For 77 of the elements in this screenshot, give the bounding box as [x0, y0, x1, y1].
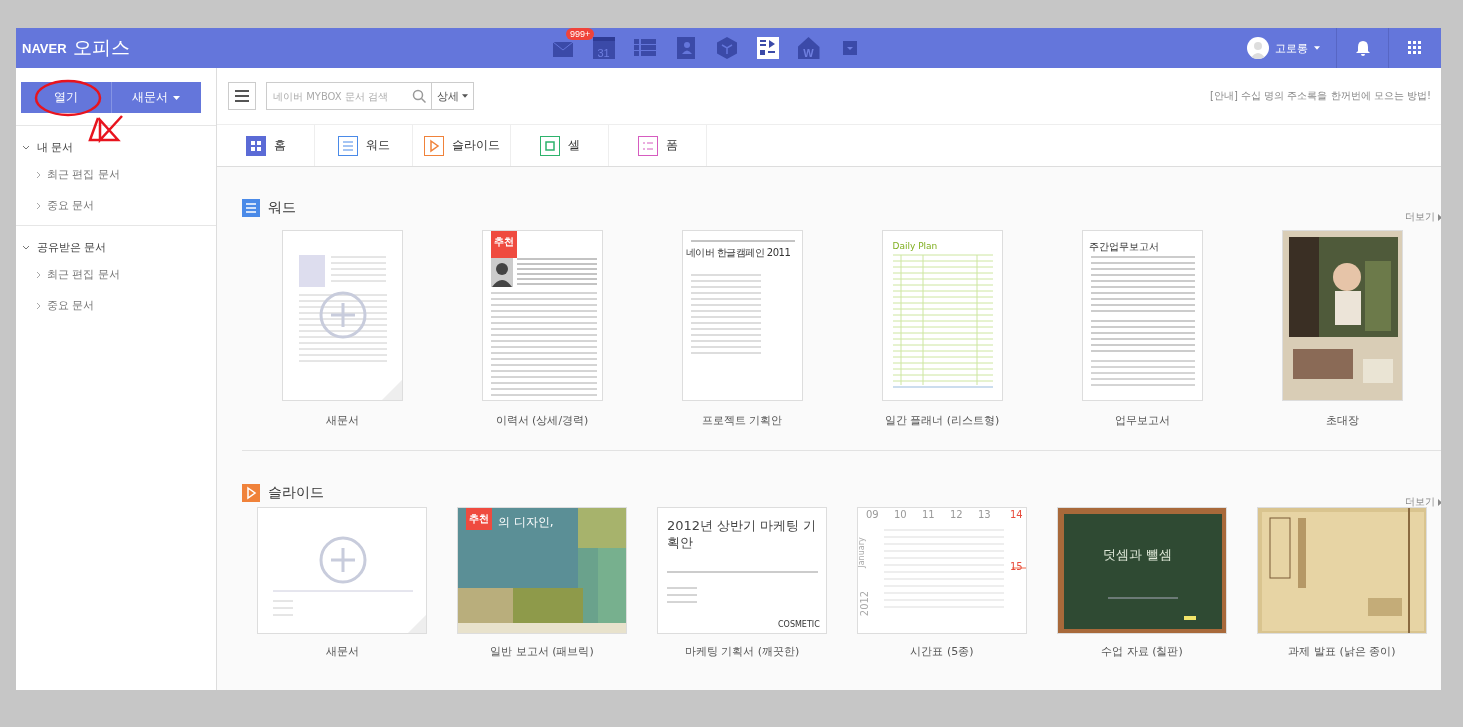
- more-link[interactable]: 더보기: [1405, 210, 1441, 224]
- fabric-pattern-drawing[interactable]: [458, 508, 626, 633]
- template-name: 업무보고서: [1114, 413, 1170, 428]
- folder-item[interactable]: 중요 문서: [16, 290, 216, 321]
- section-title: 워드: [268, 199, 296, 217]
- menu-button[interactable]: [228, 82, 256, 110]
- template-name: 과제 발표 (낡은 종이): [1288, 644, 1396, 659]
- chevron-right-icon: [36, 170, 41, 179]
- template-name: 새문서: [325, 413, 359, 428]
- caret-icon: [173, 95, 181, 100]
- home-tab-icon: [245, 135, 266, 156]
- document-title: 네이버 한글캠페인 2011: [685, 246, 791, 260]
- planner-title: Daily Plan: [892, 241, 938, 251]
- template-name: 새문서: [325, 644, 359, 659]
- folder-header[interactable]: 내 문서: [16, 136, 216, 159]
- template-name: 수업 자료 (칠판): [1101, 644, 1183, 659]
- chevron-right-icon: [36, 301, 41, 310]
- chevron-right-icon: [36, 201, 41, 210]
- document-icon: [242, 199, 260, 217]
- more-link[interactable]: 더보기: [1405, 495, 1441, 509]
- folder-item[interactable]: 최근 편집 문서: [16, 259, 216, 290]
- report-title: 주간업무보고서: [1088, 240, 1159, 254]
- notice-link[interactable]: [안내] 수십 명의 주소록을 한꺼번에 모으는 방법!: [1210, 89, 1431, 103]
- caret-icon: [1438, 498, 1441, 506]
- user-menu[interactable]: 고로롱: [1231, 28, 1337, 68]
- chalkboard-title: 덧셈과 뺄셈: [1103, 546, 1173, 564]
- dropdown-icon[interactable]: [842, 41, 857, 55]
- template-name: 이력서 (상세/경력): [495, 413, 589, 428]
- caret-icon: [462, 94, 468, 98]
- month-label: January: [858, 537, 866, 568]
- day-number: 10: [894, 509, 907, 520]
- day-number: 14: [1010, 509, 1023, 520]
- day-number: 12: [950, 509, 963, 520]
- folder-item[interactable]: 중요 문서: [16, 190, 216, 221]
- search-field[interactable]: 네이버 MYBOX 문서 검색: [266, 82, 432, 110]
- chevron-right-icon: [36, 270, 41, 279]
- template-name: 일간 플래너 (리스트형): [884, 413, 1000, 428]
- detail-search-button[interactable]: 상세: [431, 82, 474, 110]
- user-name: 고로롱: [1275, 40, 1308, 56]
- template-name: 시간표 (5종): [910, 644, 974, 659]
- count-badge: 999+: [566, 28, 595, 40]
- day-number: 13: [978, 509, 991, 520]
- word-tab-icon: [337, 135, 358, 156]
- template-name: 마케팅 기획서 (깨끗한): [684, 644, 800, 659]
- folder-header[interactable]: 공유받은 문서: [16, 236, 216, 259]
- new-document-button[interactable]: 새문서: [110, 82, 201, 113]
- year-label: 2012: [859, 590, 871, 617]
- day-number: 11: [922, 509, 935, 520]
- recommended-badge: 추천: [490, 231, 517, 258]
- caret-icon: [1438, 213, 1441, 221]
- app-title: 오피스: [72, 35, 130, 60]
- avatar-icon: [1247, 37, 1269, 59]
- apps-grid-icon[interactable]: [1408, 41, 1422, 55]
- template-name: 일반 보고서 (패브릭): [490, 644, 594, 659]
- caret-icon: [1314, 46, 1320, 50]
- folder-item[interactable]: 최근 편집 문서: [16, 159, 216, 190]
- brand-label: COSMETIC: [778, 620, 820, 629]
- recommended-badge: 추천: [466, 508, 492, 530]
- slide-title: 의 디자인,: [498, 514, 554, 531]
- play-icon: [242, 484, 260, 502]
- board-icon[interactable]: [755, 36, 780, 60]
- bell-icon[interactable]: [1355, 40, 1370, 56]
- section-title: 슬라이드: [268, 484, 324, 502]
- open-button[interactable]: 열기: [21, 82, 111, 113]
- slide-title: 2012년 상반기 마케팅 기획안: [667, 518, 817, 552]
- day-number: 15: [1010, 561, 1023, 572]
- cell-tab-icon: [539, 135, 560, 156]
- template-name: 프로젝트 기획안: [701, 413, 783, 428]
- cube-icon[interactable]: [714, 36, 739, 60]
- day-number: 09: [866, 509, 879, 520]
- handwritten-circle: [34, 79, 102, 117]
- menu-icon: [235, 90, 249, 102]
- search-icon[interactable]: [412, 89, 426, 103]
- slide-tab-icon: [423, 135, 444, 156]
- template-name: 초대장: [1325, 413, 1359, 428]
- brand-logo: NAVER: [22, 40, 67, 56]
- form-tab-icon: [637, 135, 658, 156]
